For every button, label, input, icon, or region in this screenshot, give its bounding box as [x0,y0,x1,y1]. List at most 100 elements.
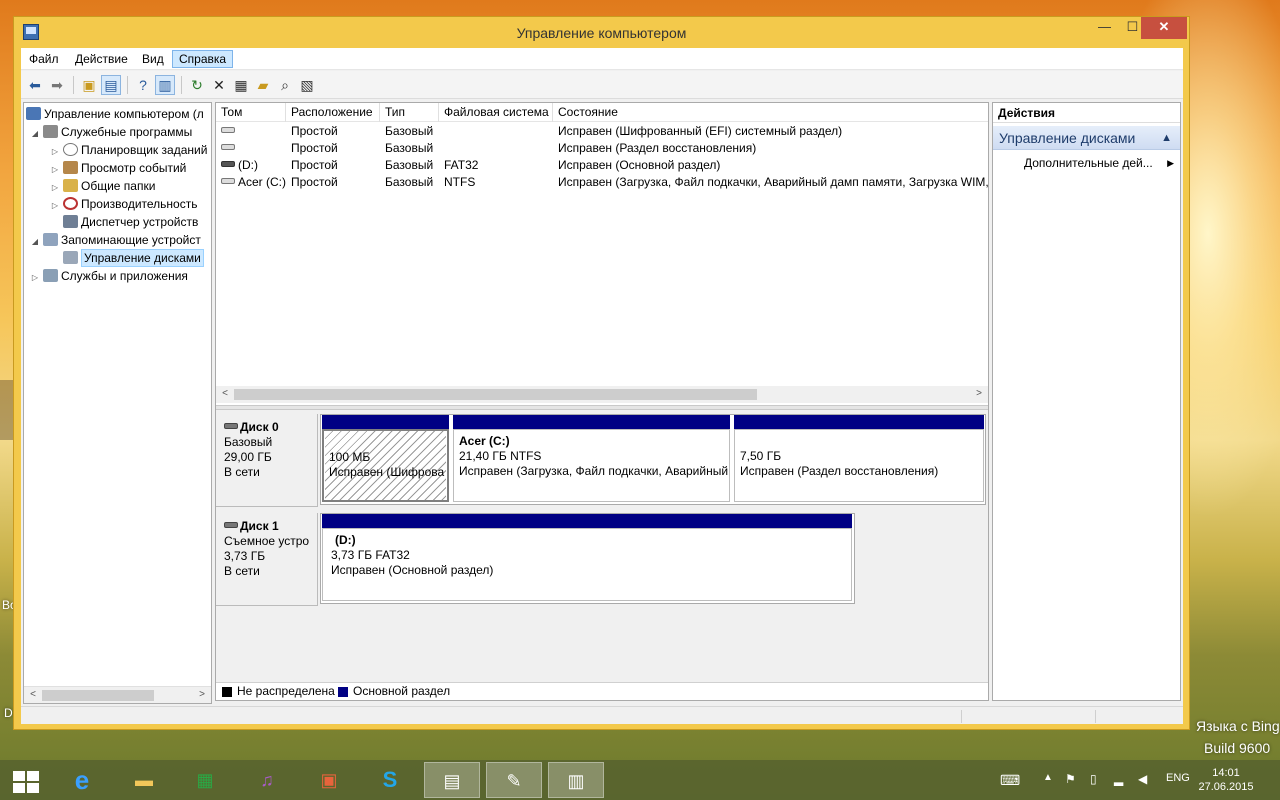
column-header-status[interactable]: Состояние [553,103,988,122]
close-button[interactable]: ✕ [1141,17,1187,39]
table-row[interactable]: Простой Базовый Исправен (Шифрованный (E… [216,123,988,140]
tree-item-event-viewer[interactable]: ▷ Просмотр событий [50,159,186,177]
disk-label[interactable]: Диск 1 Съемное устро 3,73 ГБ В сети [216,513,318,606]
search-icon[interactable]: ⌕ [275,75,295,95]
tree-item-system-tools[interactable]: ◢ Служебные программы [30,123,192,141]
collapse-icon[interactable]: ◢ [30,233,40,251]
scroll-left-icon[interactable]: < [26,688,40,702]
disk-state: В сети [224,564,260,578]
open-icon[interactable]: ▰ [253,75,273,95]
menu-help[interactable]: Справка [172,50,234,68]
tree-item-computer-management[interactable]: Управление компьютером (л [26,105,204,123]
status-separator [1095,710,1096,723]
volume-list-header: Том Расположение Тип Файловая система Со… [216,103,988,122]
volume-cell: (D:) [216,157,286,174]
delete-icon[interactable]: ✕ [209,75,229,95]
export-icon[interactable]: ▧ [297,75,317,95]
skype-icon[interactable]: S [362,762,418,798]
store-icon[interactable]: ▦ [177,762,233,798]
partition-block[interactable]: Acer (C:) 21,40 ГБ NTFS Исправен (Загруз… [453,415,730,502]
menu-action[interactable]: Действие [69,51,134,69]
filesystem-cell [439,123,553,140]
refresh-icon[interactable]: ↻ [187,75,207,95]
tree-item-shared-folders[interactable]: ▷ Общие папки [50,177,155,195]
partition-block[interactable]: 7,50 ГБ Исправен (Раздел восстановления) [734,415,984,502]
actions-section-disk-management[interactable]: Управление дисками ▲ [993,126,1180,150]
show-hidden-icons-icon[interactable]: ▲ [1043,772,1053,783]
tree-item-device-manager[interactable]: Диспетчер устройств [60,213,198,231]
window-client-area: Файл Действие Вид Справка ⬅ ➡ ▣ ▤ ? ▥ ↻ … [21,48,1183,724]
filesystem-cell: FAT32 [444,158,479,172]
column-header-type[interactable]: Тип [380,103,439,122]
minimize-button[interactable]: — [1090,17,1119,39]
forward-icon[interactable]: ➡ [47,75,67,95]
actions-section-label: Управление дисками [999,130,1136,146]
photos-icon[interactable]: ▣ [301,762,357,798]
column-header-layout[interactable]: Расположение [286,103,380,122]
tree-horizontal-scrollbar[interactable]: < > [24,686,211,703]
collapse-icon[interactable]: ◢ [30,125,40,143]
scroll-left-icon[interactable]: < [218,387,232,401]
scroll-thumb[interactable] [234,389,757,400]
table-row[interactable]: Простой Базовый Исправен (Раздел восстан… [216,140,988,157]
start-icon[interactable] [13,771,39,793]
status-cell: Исправен (Загрузка, Файл подкачки, Авари… [558,175,988,189]
tree-item-services-apps[interactable]: ▷ Службы и приложения [30,267,188,285]
partition-primary-bar [322,415,449,429]
menu-view[interactable]: Вид [136,51,170,69]
legend-swatch-primary [338,687,348,697]
table-row[interactable]: (D:) Простой Базовый FAT32 Исправен (Осн… [216,157,988,174]
volume-icon[interactable]: ◀ [1138,772,1147,786]
keyboard-icon[interactable]: ⌨ [1000,772,1020,789]
tree-item-disk-management[interactable]: Управление дисками [60,249,204,267]
tree-item-storage[interactable]: ◢ Запоминающие устройст [30,231,201,249]
legend: Не распределена Основной раздел [216,682,988,700]
layout-cell: Простой [291,141,338,155]
internet-explorer-icon[interactable]: e [54,762,110,798]
tree-item-performance[interactable]: ▷ Производительность [50,195,197,213]
partition-body: Acer (C:) 21,40 ГБ NTFS Исправен (Загруз… [453,429,730,502]
clock-icon [63,143,78,156]
scroll-right-icon[interactable]: > [972,387,986,401]
back-icon[interactable]: ⬅ [25,75,45,95]
language-indicator[interactable]: ENG [1166,772,1190,784]
up-folder-icon[interactable]: ▣ [79,75,99,95]
column-header-volume[interactable]: Том [216,103,286,122]
scroll-thumb[interactable] [42,690,154,701]
drive-icon [221,144,235,150]
expand-icon[interactable]: ▷ [50,197,60,215]
help-icon[interactable]: ? [133,75,153,95]
layout-cell: Простой [291,158,338,172]
action-center-icon[interactable]: ⚑ [1065,772,1076,786]
title-bar[interactable]: Управление компьютером — ☐ ✕ [14,17,1189,48]
battery-icon[interactable]: ▯ [1090,772,1097,786]
expand-icon[interactable]: ▷ [30,269,40,287]
network-icon[interactable]: ▂ [1114,772,1123,786]
media-icon[interactable]: ♫ [239,762,295,798]
volume-list-horizontal-scrollbar[interactable]: < > [216,386,988,403]
more-actions-item[interactable]: Дополнительные дей... ▶ [1024,154,1174,172]
tree-item-task-scheduler[interactable]: ▷ Планировщик заданий [50,141,207,159]
disk-management-icon [63,251,78,264]
menu-file[interactable]: Файл [23,51,65,69]
paint-icon[interactable]: ✎ [486,762,542,798]
table-row[interactable]: Acer (C:) Простой Базовый NTFS Исправен … [216,174,988,191]
column-header-filesystem[interactable]: Файловая система [439,103,553,122]
layout-cell: Простой [291,124,338,138]
partition-status: Исправен (Шифрова [329,465,445,479]
collapse-up-icon[interactable]: ▲ [1161,126,1172,150]
show-hide-tree-icon[interactable]: ▤ [101,75,121,95]
scroll-right-icon[interactable]: > [195,688,209,702]
disk-label[interactable]: Диск 0 Базовый 29,00 ГБ В сети [216,414,318,507]
submenu-arrow-icon: ▶ [1167,158,1174,168]
clock[interactable]: 14:01 27.06.2015 [1196,766,1256,794]
computer-management-icon[interactable]: ▥ [548,762,604,798]
properties-icon[interactable]: ▦ [231,75,251,95]
taskbar: e ▬ ▦ ♫ ▣ S ▤ ✎ ▥ ⌨ ▲ ⚑ ▯ ▂ ◀ ENG 14:01 … [0,760,1280,800]
show-hide-action-pane-icon[interactable]: ▥ [155,75,175,95]
partition-block[interactable]: 100 МБ Исправен (Шифрова [322,415,449,502]
partition-status: Исправен (Загрузка, Файл подкачки, Авари… [459,464,729,478]
file-explorer-icon[interactable]: ▬ [116,762,172,798]
partition-block[interactable]: (D:) 3,73 ГБ FAT32 Исправен (Основной ра… [322,514,852,601]
control-panel-icon[interactable]: ▤ [424,762,480,798]
